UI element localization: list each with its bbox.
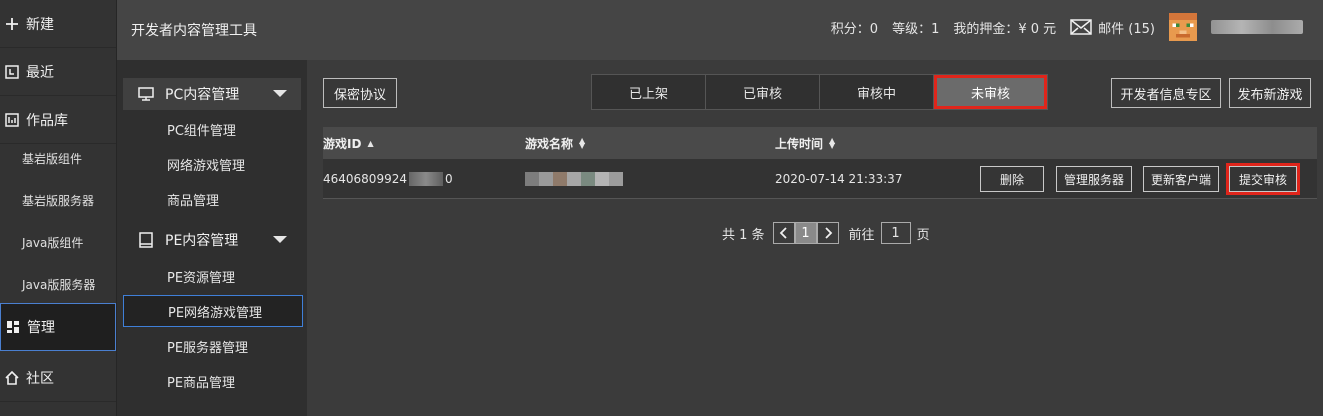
pc-components-link[interactable]: PC组件管理: [123, 113, 303, 145]
pe-products-link[interactable]: PE商品管理: [123, 365, 303, 397]
main-content: 保密协议 已上架 已审核 审核中 未审核 开发者信息专区 发布新游戏 游戏ID …: [307, 60, 1323, 416]
table-header: 游戏ID ▲ 游戏名称 ▲ ▼ 上传时间 ▲ ▼: [323, 127, 1317, 159]
tab-reviewing[interactable]: 审核中: [820, 75, 934, 109]
col-label: 游戏名称: [525, 136, 574, 151]
game-id-suffix: 0: [444, 171, 453, 186]
col-upload-time[interactable]: 上传时间 ▲ ▼: [775, 135, 835, 152]
plus-icon: [4, 16, 20, 32]
content-nav: PC内容管理 PC组件管理 网络游戏管理 商品管理 PE内容管理 PE资源管理 …: [117, 60, 307, 416]
manage-servers-button[interactable]: 管理服务器: [1056, 166, 1132, 192]
tablet-icon: [137, 232, 155, 248]
cell-game-id: 46406809924 0: [323, 171, 453, 186]
sub-item-label: PE服务器管理: [167, 340, 249, 356]
pagination: 共 1 条 1 前往 1 页: [722, 222, 930, 244]
level-label: 等级：1: [892, 21, 940, 37]
col-game-name[interactable]: 游戏名称 ▲ ▼: [525, 135, 585, 152]
pe-servers-link[interactable]: PE服务器管理: [123, 330, 303, 362]
nav-manage[interactable]: 管理: [0, 303, 116, 351]
submit-review-button[interactable]: 提交审核: [1226, 163, 1300, 195]
nav-community-label: 社区: [26, 370, 54, 387]
sub-item-label: PE网络游戏管理: [168, 305, 263, 321]
cell-game-name-blurred: [525, 171, 623, 186]
delete-button[interactable]: 删除: [980, 166, 1044, 192]
top-header: 开发者内容管理工具 积分：0 等级：1 我的押金：¥ 0 元 邮件 (15): [117, 0, 1323, 60]
chevron-down-icon: [273, 90, 287, 97]
sub-item-label: PE资源管理: [167, 270, 236, 286]
nav-bedrock-servers[interactable]: 基岩版服务器: [0, 179, 116, 221]
game-id-prefix: 46406809924: [323, 171, 407, 186]
sort-asc-icon: ▲: [367, 138, 374, 148]
pe-network-games-link[interactable]: PE网络游戏管理: [123, 295, 303, 327]
deposit-label: 我的押金：¥ 0 元: [953, 21, 1057, 37]
page-number[interactable]: 1: [794, 222, 817, 244]
sub-item-label: 商品管理: [167, 193, 220, 209]
next-page-button[interactable]: [816, 222, 839, 244]
goto-page-input[interactable]: 1: [880, 222, 911, 244]
products-link[interactable]: 商品管理: [123, 183, 303, 215]
goto-label: 前往: [848, 227, 875, 243]
publish-game-button[interactable]: 发布新游戏: [1229, 78, 1311, 108]
cell-upload-time: 2020-07-14 21:33:37: [775, 171, 903, 186]
table-row: 46406809924 0 2020-07-14 21:33:37 删除 管理服务…: [323, 159, 1317, 199]
nav-community[interactable]: 社区: [0, 354, 116, 402]
pe-content-group[interactable]: PE内容管理: [123, 224, 301, 256]
chevron-down-icon: [273, 236, 287, 243]
left-nav: 新建 最近 作品库 基岩版组件 基岩版服务器 Java版组件 Java版服务器 …: [0, 0, 117, 416]
sort-icon: ▲ ▼: [579, 136, 586, 150]
nav-new[interactable]: 新建: [0, 0, 116, 48]
nav-sub-label: 基岩版服务器: [22, 193, 95, 208]
prev-page-button[interactable]: [772, 222, 795, 244]
sub-item-label: 网络游戏管理: [167, 158, 246, 174]
blurred-text: [525, 171, 623, 186]
col-label: 游戏ID: [323, 136, 362, 151]
pe-resources-link[interactable]: PE资源管理: [123, 260, 303, 292]
nav-sub-label: 基岩版组件: [22, 151, 83, 166]
developer-info-button[interactable]: 开发者信息专区: [1111, 78, 1221, 108]
game-id-blurred: [408, 171, 443, 186]
sub-item-label: PC组件管理: [167, 123, 236, 139]
sort-icon: ▲ ▼: [829, 136, 836, 150]
username-blurred: [1211, 20, 1303, 34]
nav-bedrock-components[interactable]: 基岩版组件: [0, 137, 116, 179]
points-label: 积分：0: [830, 21, 879, 37]
nav-library-label: 作品库: [26, 112, 68, 129]
nav-manage-label: 管理: [27, 320, 55, 336]
nav-new-label: 新建: [26, 16, 54, 33]
avatar[interactable]: [1169, 13, 1197, 41]
app-title: 开发者内容管理工具: [131, 23, 257, 39]
nav-recent[interactable]: 最近: [0, 48, 116, 96]
mail-button[interactable]: 邮件 (15): [1070, 18, 1155, 37]
home-icon: [4, 370, 20, 386]
nav-sub-label: Java版组件: [22, 235, 84, 250]
nav-recent-label: 最近: [26, 64, 54, 81]
col-label: 上传时间: [775, 136, 824, 151]
pe-group-label: PE内容管理: [165, 233, 239, 249]
total-count: 共 1 条: [722, 227, 765, 243]
privacy-agreement-button[interactable]: 保密协议: [323, 78, 397, 108]
tab-unreviewed[interactable]: 未审核: [934, 75, 1047, 109]
nav-sub-label: Java版服务器: [22, 277, 96, 292]
update-client-button[interactable]: 更新客户端: [1143, 166, 1219, 192]
mail-label: 邮件 (15): [1098, 21, 1155, 37]
page-suffix: 页: [916, 227, 930, 243]
header-stats: 积分：0 等级：1 我的押金：¥ 0 元 邮件 (15): [817, 13, 1303, 41]
clock-icon: [4, 64, 20, 80]
col-game-id[interactable]: 游戏ID ▲: [323, 135, 374, 152]
network-games-link[interactable]: 网络游戏管理: [123, 148, 303, 180]
sub-item-label: PE商品管理: [167, 375, 236, 391]
mail-icon: [1070, 19, 1092, 35]
monitor-icon: [137, 86, 155, 102]
library-icon: [4, 112, 20, 128]
pc-content-group[interactable]: PC内容管理: [123, 78, 301, 110]
pc-group-label: PC内容管理: [165, 87, 240, 103]
tab-approved[interactable]: 已审核: [706, 75, 820, 109]
status-tabs: 已上架 已审核 审核中 未审核: [591, 74, 1048, 110]
nav-java-servers[interactable]: Java版服务器: [0, 263, 116, 305]
tab-listed[interactable]: 已上架: [592, 75, 706, 109]
dashboard-icon: [5, 319, 21, 335]
nav-java-components[interactable]: Java版组件: [0, 221, 116, 263]
